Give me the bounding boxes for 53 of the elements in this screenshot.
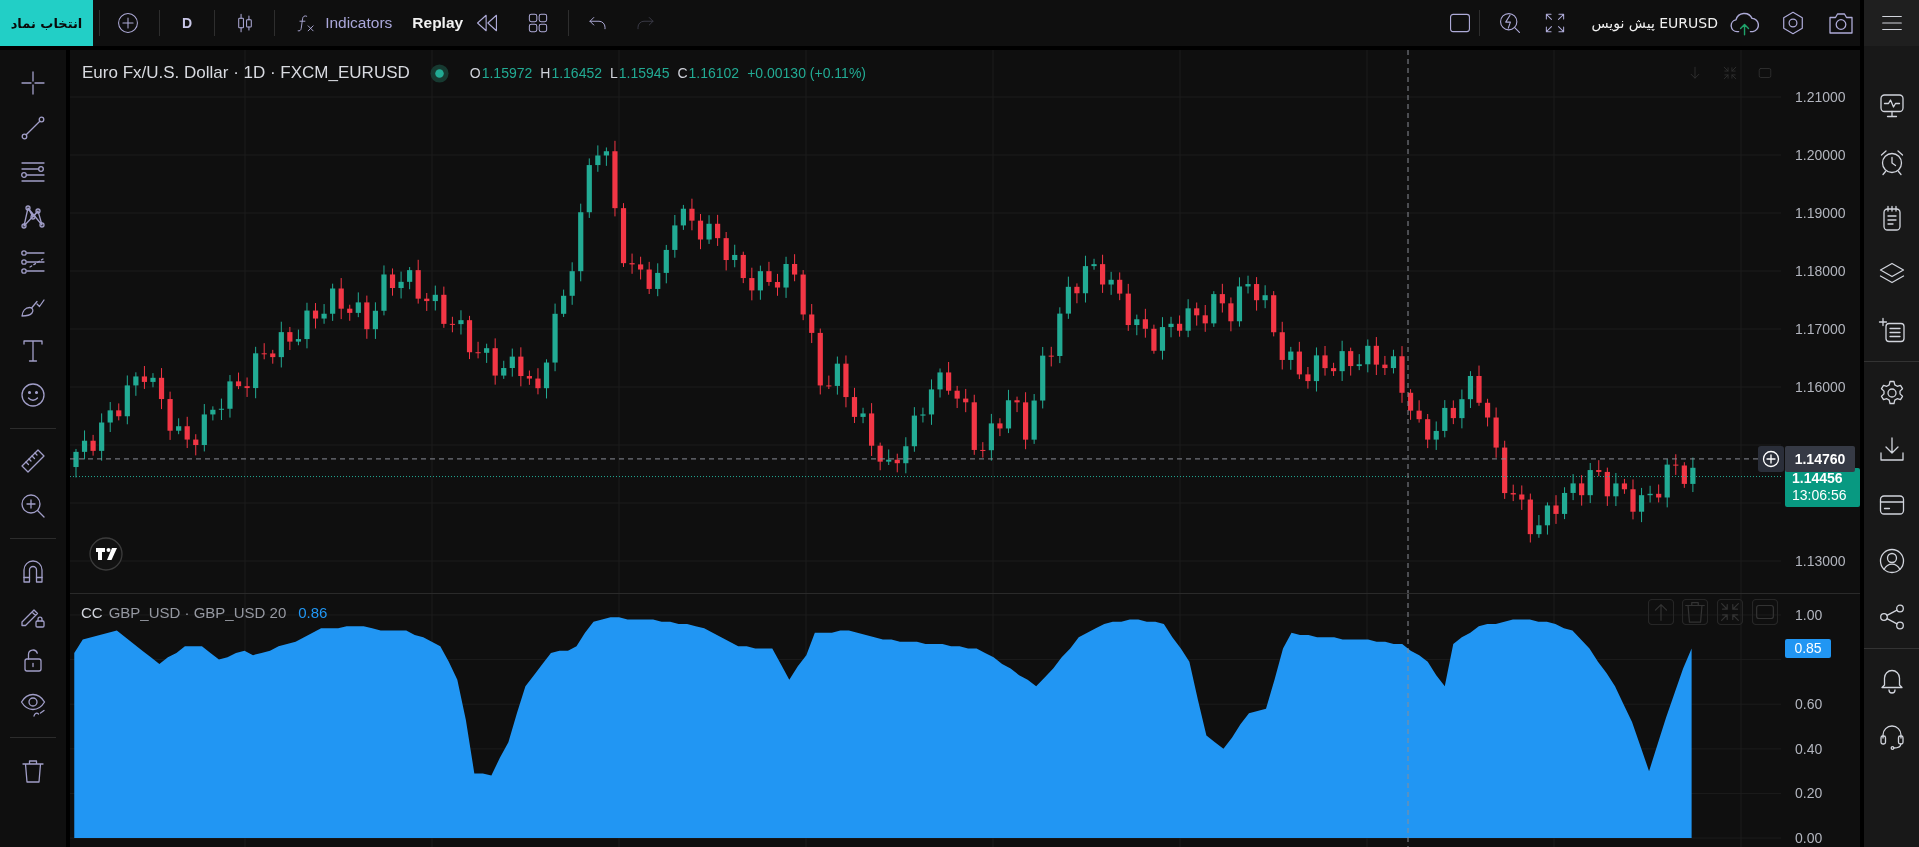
status-dot-icon bbox=[429, 63, 449, 83]
indicator-value-tag: 0.85 bbox=[1785, 638, 1831, 658]
user-icon[interactable] bbox=[1877, 547, 1906, 575]
indicator-params: GBP_USD · GBP_USD 20 bbox=[108, 604, 287, 621]
hexagon-icon[interactable] bbox=[1780, 10, 1806, 36]
replay-button[interactable]: Replay bbox=[412, 11, 500, 35]
symbol-search-button[interactable]: انتخاب نماد bbox=[0, 0, 93, 46]
ohlc-value: 1.15945 bbox=[618, 65, 670, 81]
indicator-scale-label: 0.40 bbox=[1795, 740, 1823, 757]
price-scale-label: 1.16000 bbox=[1795, 379, 1846, 395]
interval-button[interactable]: D bbox=[182, 15, 193, 31]
indicator-name: CC bbox=[81, 604, 103, 621]
last-price-value: 1.14456 bbox=[1792, 470, 1844, 488]
ohlc-label: H bbox=[540, 65, 551, 81]
function-icon[interactable] bbox=[296, 13, 317, 33]
layout-grid-icon[interactable] bbox=[527, 12, 550, 34]
indicators-button[interactable]: Indicators bbox=[296, 13, 393, 33]
indicator-scale-label: 0.20 bbox=[1795, 785, 1823, 802]
zoom-in-icon[interactable] bbox=[19, 491, 47, 520]
ohlc-label: O bbox=[469, 65, 481, 81]
crosshair-price-label: 1.14760 bbox=[1785, 445, 1855, 472]
parallel-lines-icon[interactable] bbox=[19, 247, 47, 276]
price-scale-label: 1.17000 bbox=[1795, 321, 1846, 337]
ohlc-label: C bbox=[677, 65, 688, 81]
ohlc-label: L bbox=[610, 65, 618, 81]
share-icon[interactable] bbox=[1877, 603, 1906, 631]
monitor-pulse-icon[interactable] bbox=[1877, 92, 1906, 120]
smiley-icon[interactable] bbox=[19, 381, 47, 410]
lightning-magnifier-icon[interactable] bbox=[1497, 11, 1522, 35]
indicator-scale-label: 1.00 bbox=[1795, 606, 1823, 623]
ohlc-value: 1.16102 bbox=[688, 65, 740, 81]
plus-circle-icon[interactable] bbox=[117, 12, 139, 34]
ohlc-value: 1.16452 bbox=[551, 65, 602, 81]
indicator-scale-label: 0.60 bbox=[1795, 696, 1823, 713]
price-scale-label: 1.18000 bbox=[1795, 263, 1846, 279]
indicator-value: 0.86 bbox=[298, 604, 328, 621]
indicator-scale-label: 0.00 bbox=[1795, 830, 1823, 847]
price-scale-label: 1.13000 bbox=[1795, 553, 1846, 569]
square-icon[interactable] bbox=[1447, 11, 1472, 35]
price-scale-label: 1.19000 bbox=[1795, 205, 1846, 221]
price-change: +0.00130 (+0.11%) bbox=[747, 65, 866, 81]
eye-icon[interactable] bbox=[19, 691, 47, 719]
ohlc-value: 1.15972 bbox=[481, 65, 533, 81]
layout-name-button[interactable]: EURUSD پیش نویس bbox=[1591, 15, 1718, 31]
download-icon[interactable] bbox=[1877, 435, 1906, 463]
headset-icon[interactable] bbox=[1877, 722, 1906, 750]
price-scale-label: 1.21000 bbox=[1795, 89, 1846, 105]
price-scale-label: 1.20000 bbox=[1795, 147, 1846, 163]
bar-countdown: 13:06:56 bbox=[1792, 487, 1848, 505]
fullscreen-icon[interactable] bbox=[1543, 12, 1566, 34]
symbol-title: Euro Fx/U.S. Dollar · 1D · FXCM_EURUSD bbox=[82, 63, 410, 83]
add-list-icon[interactable] bbox=[1877, 316, 1906, 344]
zigzag-pattern-icon[interactable] bbox=[19, 203, 47, 232]
